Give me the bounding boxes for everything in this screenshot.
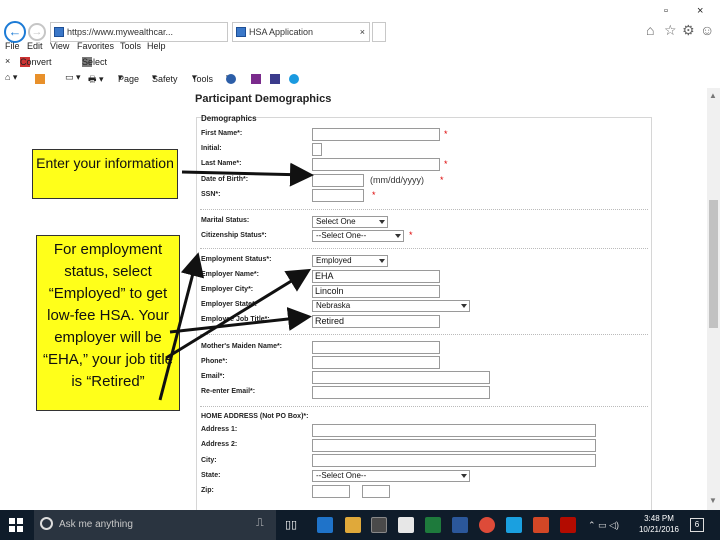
safety-menu-label: Safety xyxy=(152,74,178,84)
system-tray-icons[interactable]: ⌃ ▭ ◁) xyxy=(588,520,619,531)
home-cmd-icon[interactable]: ⌂ ▾ xyxy=(5,72,17,83)
restore-icon[interactable]: ▫ xyxy=(664,5,668,17)
clock-date: 10/21/2016 xyxy=(638,525,680,534)
favorites-star-icon[interactable]: ☆ xyxy=(664,22,677,39)
tab-close-icon[interactable]: × xyxy=(360,23,365,41)
cortana-search-box[interactable]: Ask me anything ⎍ xyxy=(34,510,276,540)
tools-menu[interactable]: Tools ▾ xyxy=(192,72,213,84)
help-icon[interactable]: ▾ xyxy=(226,72,236,84)
new-tab-button[interactable] xyxy=(372,22,386,42)
arrow-to-job-title xyxy=(169,307,312,334)
menu-help[interactable]: Help xyxy=(147,41,166,51)
address-bar[interactable]: https://www.mywealthcar... xyxy=(50,22,228,42)
edge-icon[interactable] xyxy=(317,517,333,533)
feeds-icon[interactable]: ▾ xyxy=(35,72,45,84)
menu-bar: File Edit View Favorites Tools Help xyxy=(0,41,720,54)
arrow-to-employer-name xyxy=(165,268,312,360)
page-menu-label: Page xyxy=(118,74,140,84)
tab-favicon-icon xyxy=(236,27,246,37)
annotation-arrows xyxy=(158,162,314,401)
print-icon[interactable]: 🖶 ▾ xyxy=(88,72,104,88)
read-mail-icon[interactable]: ▭ ▾ xyxy=(65,72,81,83)
page-menu[interactable]: Page ▾ xyxy=(118,72,139,84)
browser-chrome: ▫ × ← → https://www.mywealthcar... HSA A… xyxy=(0,0,720,88)
safety-menu[interactable]: Safety ▾ xyxy=(152,72,178,84)
tab-title: HSA Application xyxy=(249,27,314,37)
word-icon[interactable] xyxy=(452,517,468,533)
scrollbar-thumb[interactable] xyxy=(709,200,718,328)
home-icon[interactable]: ⌂ xyxy=(646,22,654,38)
web-page: Participant Demographics Demographics Fi… xyxy=(0,88,707,510)
n-icon xyxy=(270,74,280,84)
clock[interactable]: 3:48 PM 10/21/2016 xyxy=(636,513,682,535)
acrobat-icon[interactable] xyxy=(560,517,576,533)
menu-tools[interactable]: Tools xyxy=(120,41,141,51)
action-center-icon[interactable]: 6 xyxy=(690,518,704,532)
menu-file[interactable]: File xyxy=(5,41,20,51)
windows-start-icon[interactable] xyxy=(9,518,23,532)
store-icon[interactable] xyxy=(371,517,387,533)
settings-gear-icon[interactable]: ⚙ xyxy=(682,22,695,39)
task-view-icon[interactable]: ▯▯ xyxy=(285,518,297,531)
excel-icon[interactable] xyxy=(425,517,441,533)
tab-hsa-application[interactable]: HSA Application × xyxy=(232,22,370,42)
link-bar: × Convert ▾ Select xyxy=(0,55,720,69)
onenote-icon xyxy=(251,74,261,84)
back-button[interactable]: ← xyxy=(4,21,26,43)
arrow-to-dob xyxy=(181,162,314,187)
menu-favorites[interactable]: Favorites xyxy=(77,41,114,51)
select-label: Select xyxy=(82,57,108,67)
notepad-icon[interactable] xyxy=(398,517,414,533)
windows-taskbar: Ask me anything ⎍ ▯▯ ⌃ ▭ ◁) 3:48 PM 10/2… xyxy=(0,510,720,540)
smiley-feedback-icon[interactable]: ☺ xyxy=(700,22,714,38)
convert-button[interactable]: Convert ▾ xyxy=(20,56,52,67)
site-favicon-icon xyxy=(54,27,64,37)
internet-explorer-icon[interactable] xyxy=(506,517,522,533)
command-bar: ⌂ ▾ ▾ ▭ ▾ 🖶 ▾ Page ▾ Safety ▾ Tools ▾ ▾ xyxy=(0,70,720,86)
file-explorer-icon[interactable] xyxy=(345,517,361,533)
menu-edit[interactable]: Edit xyxy=(27,41,43,51)
search-placeholder: Ask me anything xyxy=(59,519,133,530)
forward-button[interactable]: → xyxy=(28,23,46,41)
address-url: https://www.mywealthcar... xyxy=(67,27,174,37)
rss-icon xyxy=(35,74,45,84)
notification-count: 6 xyxy=(694,520,700,529)
scroll-down-arrow-icon[interactable]: ▼ xyxy=(709,496,717,505)
help-circle-icon xyxy=(226,74,236,84)
convert-label: Convert xyxy=(20,57,52,67)
scroll-up-arrow-icon[interactable]: ▲ xyxy=(709,91,717,100)
powerpoint-icon[interactable] xyxy=(533,517,549,533)
clock-time: 3:48 PM xyxy=(644,514,674,523)
cortana-circle-icon xyxy=(40,517,53,530)
vertical-scrollbar[interactable]: ▲ ▼ xyxy=(707,88,720,510)
menu-view[interactable]: View xyxy=(50,41,69,51)
close-window-icon[interactable]: × xyxy=(697,5,703,17)
linkbar-close-icon[interactable]: × xyxy=(5,56,10,66)
skype-circle-icon xyxy=(289,74,299,84)
microphone-icon[interactable]: ⎍ xyxy=(256,517,264,530)
chrome-icon[interactable] xyxy=(479,517,495,533)
tools-menu-label: Tools xyxy=(192,74,214,84)
